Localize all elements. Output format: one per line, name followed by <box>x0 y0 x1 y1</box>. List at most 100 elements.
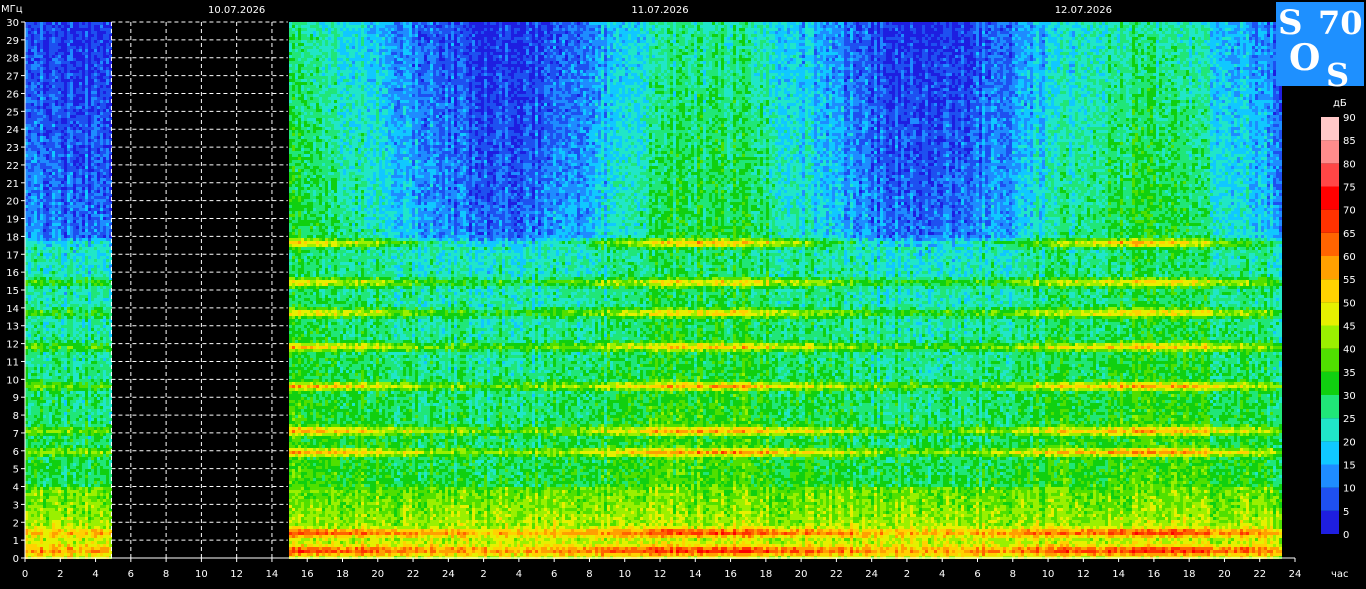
heatmap-cell <box>28 196 31 199</box>
heatmap-cell <box>28 214 31 217</box>
heatmap-cell <box>31 346 34 349</box>
heatmap-cell <box>28 466 31 469</box>
heatmap-cell <box>34 139 37 142</box>
heatmap-cell <box>31 73 34 76</box>
heatmap-cell <box>28 367 31 370</box>
heatmap-cell <box>34 76 37 79</box>
heatmap-cell <box>34 73 37 76</box>
heatmap-cell <box>31 34 34 37</box>
heatmap-cell <box>31 25 34 28</box>
heatmap-cell <box>28 304 31 307</box>
heatmap-cell <box>31 292 34 295</box>
heatmap-cell <box>28 55 31 58</box>
heatmap-cell <box>34 121 37 124</box>
heatmap-cell <box>28 163 31 166</box>
heatmap-cell <box>28 433 31 436</box>
heatmap-cell <box>28 79 31 82</box>
heatmap-cell <box>31 88 34 91</box>
heatmap-cell <box>28 277 31 280</box>
heatmap-cell <box>28 397 31 400</box>
heatmap-cell <box>31 529 34 532</box>
heatmap-cell <box>28 364 31 367</box>
heatmap-cell <box>31 61 34 64</box>
heatmap-cell <box>31 427 34 430</box>
heatmap-cell <box>31 103 34 106</box>
heatmap-cell <box>31 451 34 454</box>
heatmap-cell <box>28 328 31 331</box>
heatmap-cell <box>28 94 31 97</box>
heatmap-cell <box>31 409 34 412</box>
heatmap-cell <box>34 124 37 127</box>
heatmap-cell <box>28 544 31 547</box>
heatmap-cell <box>31 52 34 55</box>
heatmap-cell <box>28 517 31 520</box>
heatmap-cell <box>28 421 31 424</box>
heatmap-cell <box>34 85 37 88</box>
heatmap-cell <box>31 175 34 178</box>
heatmap-cell <box>28 493 31 496</box>
heatmap-cell <box>28 244 31 247</box>
heatmap-cell <box>34 112 37 115</box>
heatmap-cell <box>31 58 34 61</box>
heatmap-cell <box>28 67 31 70</box>
heatmap-cell <box>31 412 34 415</box>
heatmap-cell <box>28 160 31 163</box>
heatmap-cell <box>28 409 31 412</box>
heatmap-cell <box>31 259 34 262</box>
heatmap-cell <box>28 478 31 481</box>
heatmap-cell <box>31 499 34 502</box>
heatmap-cell <box>28 490 31 493</box>
heatmap-cell <box>34 160 37 163</box>
heatmap-cell <box>28 508 31 511</box>
heatmap-cell <box>31 466 34 469</box>
heatmap-cell <box>28 37 31 40</box>
heatmap-cell <box>31 508 34 511</box>
heatmap-cell <box>31 337 34 340</box>
heatmap-cell <box>28 376 31 379</box>
heatmap-cell <box>31 334 34 337</box>
heatmap-cell <box>28 541 31 544</box>
heatmap-cell <box>31 148 34 151</box>
heatmap-cell <box>31 478 34 481</box>
heatmap-cell <box>28 217 31 220</box>
heatmap-cell <box>31 538 34 541</box>
heatmap-cell <box>28 298 31 301</box>
heatmap-cell <box>28 526 31 529</box>
heatmap-cell <box>28 100 31 103</box>
heatmap-cell <box>34 97 37 100</box>
heatmap-cell <box>28 232 31 235</box>
heatmap-cell <box>28 118 31 121</box>
heatmap-cell <box>31 343 34 346</box>
heatmap-cell <box>28 505 31 508</box>
heatmap-cell <box>31 94 34 97</box>
heatmap-cell <box>31 457 34 460</box>
heatmap-cell <box>28 460 31 463</box>
heatmap-cell <box>31 400 34 403</box>
heatmap-cell <box>31 211 34 214</box>
heatmap-cell <box>31 232 34 235</box>
heatmap-cell <box>31 163 34 166</box>
heatmap-cell <box>31 403 34 406</box>
heatmap-cell <box>31 226 34 229</box>
heatmap-cell <box>31 115 34 118</box>
heatmap-cell <box>34 187 37 190</box>
heatmap-cell <box>34 175 37 178</box>
heatmap-cell <box>28 253 31 256</box>
heatmap-cell <box>31 424 34 427</box>
heatmap-cell <box>34 181 37 184</box>
heatmap-cell <box>28 70 31 73</box>
heatmap-cell <box>31 238 34 241</box>
heatmap-cell <box>28 346 31 349</box>
heatmap-cell <box>28 172 31 175</box>
heatmap-cell <box>28 292 31 295</box>
heatmap-cell <box>31 319 34 322</box>
heatmap-cell <box>31 43 34 46</box>
heatmap-cell <box>31 124 34 127</box>
heatmap-cell <box>28 463 31 466</box>
heatmap-cell <box>31 454 34 457</box>
heatmap-cell <box>28 382 31 385</box>
heatmap-cell <box>34 34 37 37</box>
heatmap-cell <box>28 406 31 409</box>
heatmap-cell <box>28 187 31 190</box>
heatmap-cell <box>28 82 31 85</box>
